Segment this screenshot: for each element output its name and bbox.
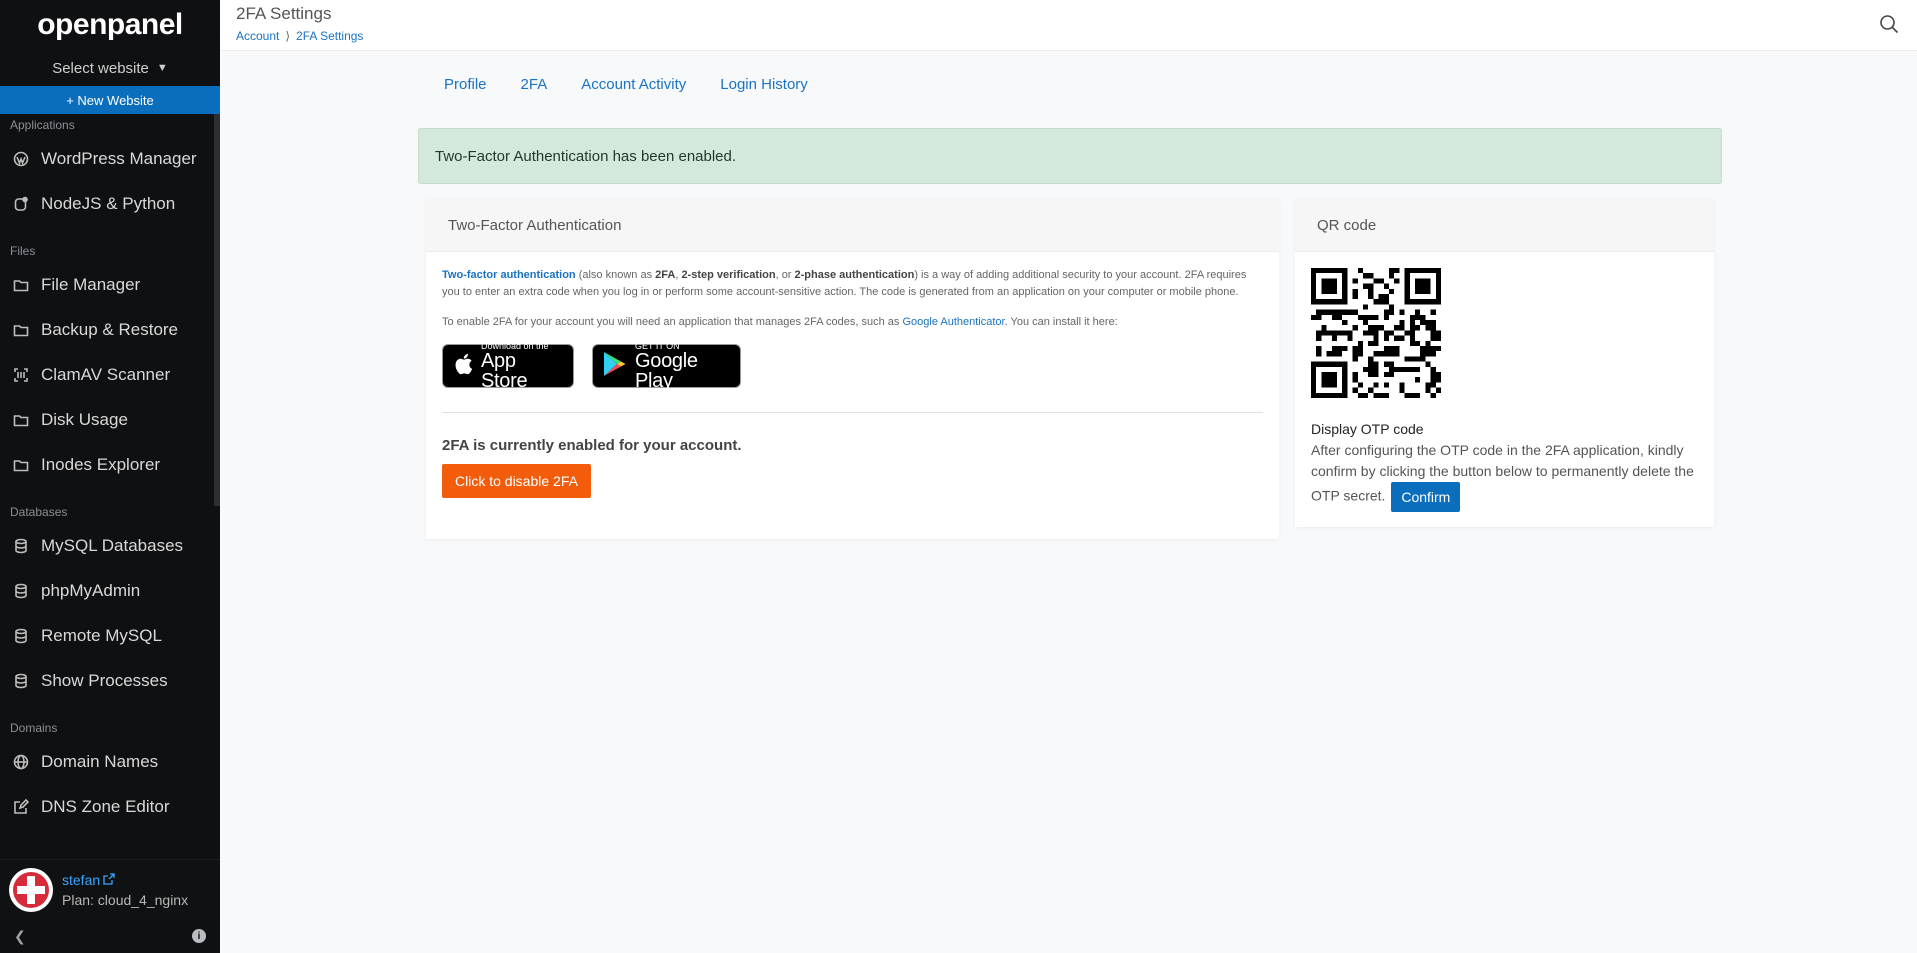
sidebar-item-file-manager[interactable]: File Manager [0,262,220,307]
logo[interactable]: openpanel [0,0,220,50]
scanner-icon [12,366,30,384]
otp-instructions-text: After configuring the OTP code in the 2F… [1311,442,1694,504]
display-otp-code-link[interactable]: Display OTP code [1311,421,1714,437]
tab-account-activity[interactable]: Account Activity [581,76,686,93]
sidebar-item-inodes-explorer[interactable]: Inodes Explorer [0,442,220,487]
tab-login-history[interactable]: Login History [720,76,808,93]
top-header: 2FA Settings Account ⟩ 2FA Settings [220,0,1917,51]
sidebar-item-label: WordPress Manager [41,148,197,168]
app-store-buttons: Download on the App Store GET IT ON Goog… [442,341,1263,392]
qr-card: QR code Display OTP code After configuri… [1295,199,1714,527]
google-authenticator-link[interactable]: Google Authenticator [902,316,1004,328]
app-store-button[interactable]: Download on the App Store [442,341,574,392]
sidebar-item-label: MySQL Databases [41,535,184,555]
sidebar-item-label: Inodes Explorer [41,454,161,474]
section-label-databases: Databases [10,505,68,519]
search-icon[interactable] [1879,14,1899,34]
qr-code [1311,268,1441,398]
sidebar-item-wordpress-manager[interactable]: WordPress Manager [0,136,220,181]
otp-instructions: After configuring the OTP code in the 2F… [1311,440,1698,512]
sidebar-item-dns-zone-editor[interactable]: DNS Zone Editor [0,784,220,829]
sidebar-item-show-processes[interactable]: Show Processes [0,658,220,703]
user-box: stefan Plan: cloud_4_nginx [0,859,220,919]
globe-icon [12,753,30,771]
sidebar-item-label: DNS Zone Editor [41,796,170,816]
sidebar-item-backup-restore[interactable]: Backup & Restore [0,307,220,352]
database-icon [12,582,30,600]
folder-icon [12,411,30,429]
sidebar-item-label: File Manager [41,274,141,294]
sidebar-item-label: Backup & Restore [41,319,179,339]
external-link-icon [103,872,115,888]
folder-icon [12,456,30,474]
twofa-status: 2FA is currently enabled for your accoun… [442,437,742,454]
select-website-dropdown[interactable]: Select website ▼ [0,50,220,86]
success-alert: Two-Factor Authentication has been enabl… [418,128,1722,184]
sidebar-scrollbar[interactable] [214,114,220,506]
google-play-button[interactable]: GET IT ON Google Play [592,341,741,392]
sidebar-item-label: Domain Names [41,751,159,771]
twofa-install-text: To enable 2FA for your account you will … [442,316,1118,328]
twofa-card: Two-Factor Authentication Two-factor aut… [426,199,1279,539]
breadcrumb-separator-icon: ⟩ [285,29,291,43]
user-plan: Plan: cloud_4_nginx [62,891,189,908]
sidebar-item-label: Show Processes [41,670,168,690]
section-label-domains: Domains [10,721,58,735]
tab-2fa[interactable]: 2FA [521,76,548,93]
sidebar-item-remote-mysql[interactable]: Remote MySQL [0,613,220,658]
app-store-big-text: App Store [481,350,528,392]
sidebar-footer: ❮ i [0,919,220,953]
database-icon [12,537,30,555]
page-title: 2FA Settings [236,4,332,23]
twofa-intro: Two-factor authentication (also known as… [442,269,1247,298]
edit-icon [12,798,30,816]
new-website-button[interactable]: + New Website [0,86,220,114]
google-play-big-text: Google Play [635,350,698,392]
confirm-button[interactable]: Confirm [1391,482,1461,512]
twofa-card-title: Two-Factor Authentication [426,199,1279,252]
avatar[interactable] [9,867,53,912]
sidebar-nav: Applications WordPress Manager NodeJS & … [0,114,220,859]
sidebar-item-label: Remote MySQL [41,625,162,645]
apple-icon [453,352,473,381]
tab-profile[interactable]: Profile [444,76,487,93]
sidebar: openpanel Select website ▼ + New Website… [0,0,220,953]
sidebar-item-clamav-scanner[interactable]: ClamAV Scanner [0,352,220,397]
sidebar-item-label: Disk Usage [41,409,128,429]
disable-2fa-button[interactable]: Click to disable 2FA [442,464,591,498]
sidebar-item-nodejs-python[interactable]: NodeJS & Python [0,181,220,226]
sidebar-item-domain-names[interactable]: Domain Names [0,739,220,784]
sidebar-item-label: NodeJS & Python [41,193,176,213]
sidebar-item-phpmyadmin[interactable]: phpMyAdmin [0,568,220,613]
folder-icon [12,276,30,294]
google-play-icon [603,351,627,382]
user-name-link[interactable]: stefan [62,872,188,888]
chevron-down-icon: ▼ [156,62,168,74]
section-label-applications: Applications [10,118,75,132]
section-label-files: Files [10,244,36,258]
twofa-info-link[interactable]: Two-factor authentication [442,269,576,281]
nodejs-icon [12,195,30,213]
database-icon [12,627,30,645]
sidebar-item-mysql-databases[interactable]: MySQL Databases [0,523,220,568]
user-name: stefan [62,871,101,888]
sidebar-item-label: ClamAV Scanner [41,364,171,384]
sidebar-item-disk-usage[interactable]: Disk Usage [0,397,220,442]
sidebar-item-label: phpMyAdmin [41,580,141,600]
database-icon [12,672,30,690]
breadcrumb: Account ⟩ 2FA Settings [236,29,363,43]
breadcrumb-account[interactable]: Account [236,29,279,43]
info-icon[interactable]: i [192,929,206,943]
wordpress-icon [12,150,30,168]
collapse-sidebar-icon[interactable]: ❮ [14,928,26,945]
folder-icon [12,321,30,339]
qr-card-title: QR code [1295,199,1714,252]
breadcrumb-2fa-settings[interactable]: 2FA Settings [296,29,363,43]
divider [442,412,1263,413]
account-tabs: Profile 2FA Account Activity Login Histo… [444,76,808,93]
select-website-label: Select website [52,59,149,77]
